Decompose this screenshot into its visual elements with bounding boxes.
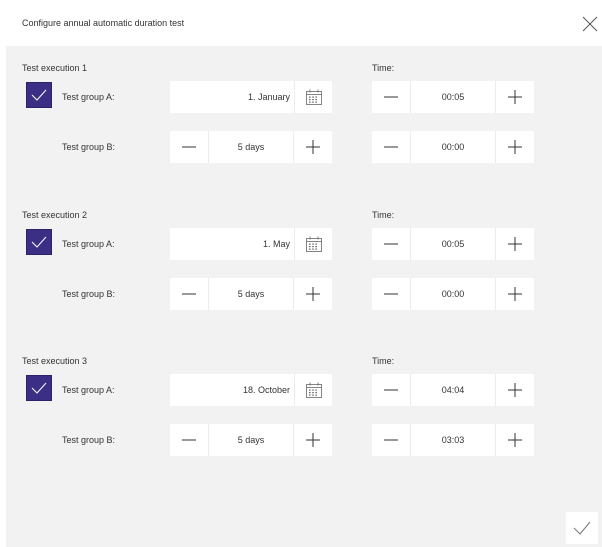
calendar-icon xyxy=(305,236,322,252)
group-a-date-value: 1. January xyxy=(170,81,294,113)
group-a-date-value: 1. May xyxy=(170,228,294,260)
group-b-label: Test group B: xyxy=(62,142,116,152)
group-b-label: Test group B: xyxy=(62,289,116,299)
checkmark-icon xyxy=(31,236,47,248)
group-a-time-stepper: 04:04 xyxy=(372,374,534,406)
time-value[interactable]: 00:05 xyxy=(410,81,496,113)
plus-icon xyxy=(508,90,522,104)
duration-value[interactable]: 5 days xyxy=(208,131,294,163)
group-b-time-stepper: 00:00 xyxy=(372,131,534,163)
group-a-label: Test group A: xyxy=(62,385,115,395)
group-a-label: Test group A: xyxy=(62,92,115,102)
calendar-icon xyxy=(305,382,322,398)
increment-button[interactable] xyxy=(496,374,534,406)
group-a-label: Test group A: xyxy=(62,239,115,249)
minus-icon xyxy=(384,293,398,295)
increment-button[interactable] xyxy=(496,131,534,163)
group-b-duration-stepper: 5 days xyxy=(170,278,332,310)
time-value[interactable]: 00:05 xyxy=(410,228,496,260)
increment-button[interactable] xyxy=(496,278,534,310)
plus-icon xyxy=(508,140,522,154)
group-a-checkbox[interactable] xyxy=(26,375,52,401)
time-value[interactable]: 00:00 xyxy=(410,278,496,310)
plus-icon xyxy=(508,383,522,397)
group-b-time-stepper: 03:03 xyxy=(372,424,534,456)
group-b-duration-stepper: 5 days xyxy=(170,424,332,456)
checkmark-icon xyxy=(31,382,47,394)
dialog-title: Configure annual automatic duration test xyxy=(22,18,185,28)
time-label: Time: xyxy=(372,356,395,366)
minus-icon xyxy=(384,146,398,148)
minus-icon xyxy=(182,293,196,295)
time-label: Time: xyxy=(372,63,395,73)
dialog: Configure annual automatic duration test… xyxy=(6,0,602,547)
decrement-button[interactable] xyxy=(372,81,410,113)
increment-button[interactable] xyxy=(496,81,534,113)
duration-value[interactable]: 5 days xyxy=(208,424,294,456)
calendar-icon xyxy=(305,89,322,105)
time-value[interactable]: 04:04 xyxy=(410,374,496,406)
group-a-date-value: 18. October xyxy=(170,374,294,406)
group-b-time-stepper: 00:00 xyxy=(372,278,534,310)
execution-label: Test execution 1 xyxy=(22,63,88,73)
minus-icon xyxy=(182,439,196,441)
group-a-time-stepper: 00:05 xyxy=(372,228,534,260)
close-button[interactable] xyxy=(582,16,598,32)
execution-label: Test execution 2 xyxy=(22,210,88,220)
group-b-label: Test group B: xyxy=(62,435,116,445)
group-a-checkbox[interactable] xyxy=(26,82,52,108)
confirm-button[interactable] xyxy=(566,512,598,544)
calendar-button[interactable] xyxy=(294,228,332,260)
plus-icon xyxy=(306,287,320,301)
time-label: Time: xyxy=(372,210,395,220)
plus-icon xyxy=(306,433,320,447)
decrement-button[interactable] xyxy=(170,424,208,456)
minus-icon xyxy=(182,146,196,148)
decrement-button[interactable] xyxy=(372,278,410,310)
time-value[interactable]: 03:03 xyxy=(410,424,496,456)
checkmark-icon xyxy=(31,89,47,101)
calendar-button[interactable] xyxy=(294,81,332,113)
calendar-button[interactable] xyxy=(294,374,332,406)
minus-icon xyxy=(384,96,398,98)
group-a-checkbox[interactable] xyxy=(26,229,52,255)
increment-button[interactable] xyxy=(294,424,332,456)
title-bar: Configure annual automatic duration test xyxy=(6,0,602,46)
checkmark-icon xyxy=(573,521,591,535)
time-value[interactable]: 00:00 xyxy=(410,131,496,163)
minus-icon xyxy=(384,243,398,245)
group-a-time-stepper: 00:05 xyxy=(372,81,534,113)
test-execution-1: Test execution 1 Time: Test group A: 1. … xyxy=(6,63,602,163)
decrement-button[interactable] xyxy=(170,131,208,163)
increment-button[interactable] xyxy=(294,278,332,310)
duration-value[interactable]: 5 days xyxy=(208,278,294,310)
minus-icon xyxy=(384,439,398,441)
decrement-button[interactable] xyxy=(372,131,410,163)
increment-button[interactable] xyxy=(496,228,534,260)
increment-button[interactable] xyxy=(496,424,534,456)
decrement-button[interactable] xyxy=(372,424,410,456)
decrement-button[interactable] xyxy=(372,228,410,260)
test-execution-2: Test execution 2 Time: Test group A: 1. … xyxy=(6,210,602,310)
decrement-button[interactable] xyxy=(170,278,208,310)
minus-icon xyxy=(384,389,398,391)
close-icon xyxy=(582,16,598,32)
plus-icon xyxy=(508,433,522,447)
test-execution-3: Test execution 3 Time: Test group A: 18.… xyxy=(6,356,602,456)
group-b-duration-stepper: 5 days xyxy=(170,131,332,163)
plus-icon xyxy=(508,237,522,251)
increment-button[interactable] xyxy=(294,131,332,163)
decrement-button[interactable] xyxy=(372,374,410,406)
execution-label: Test execution 3 xyxy=(22,356,88,366)
plus-icon xyxy=(508,287,522,301)
plus-icon xyxy=(306,140,320,154)
